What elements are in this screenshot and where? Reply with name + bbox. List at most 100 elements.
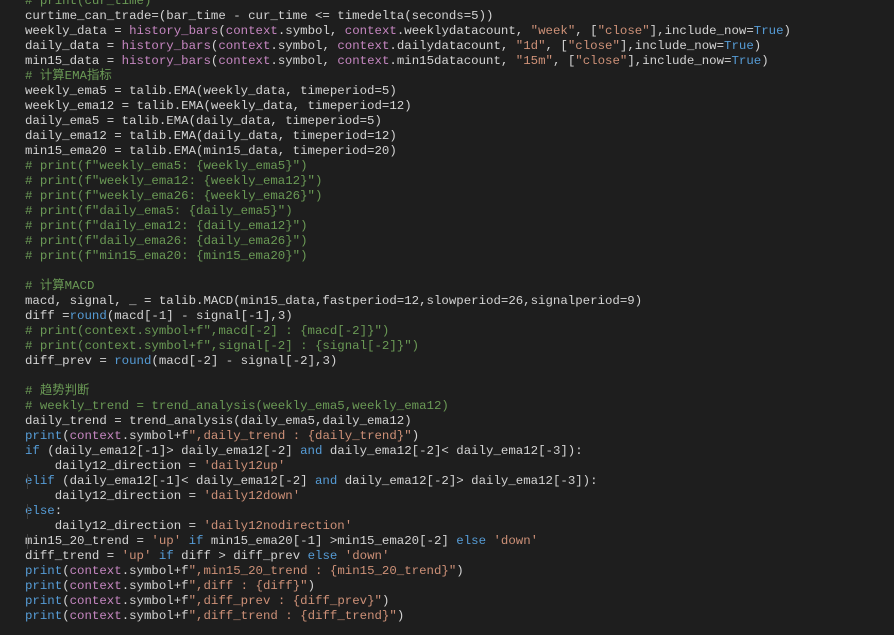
code-token: context (218, 54, 271, 68)
code-line[interactable]: min15_data = history_bars(context.symbol… (25, 54, 791, 69)
code-token: .symbol+f (121, 579, 189, 593)
code-token: ) (783, 24, 791, 38)
code-line[interactable]: daily_ema12 = talib.EMA(daily_data, time… (25, 129, 791, 144)
code-line[interactable]: curtime_can_trade=(bar_time - cur_time <… (25, 9, 791, 24)
code-line[interactable]: min15_ema20 = talib.EMA(min15_data, time… (25, 144, 791, 159)
code-token: .min15datacount, (389, 54, 516, 68)
code-line[interactable]: daily12_direction = 'daily12nodirection' (25, 519, 791, 534)
code-line[interactable]: elif (daily_ema12[-1]< daily_ema12[-2] a… (25, 474, 791, 489)
code-line[interactable]: else: (25, 504, 791, 519)
code-line[interactable]: diff =round(macd[-1] - signal[-1],3) (25, 309, 791, 324)
code-token: ) (753, 39, 762, 53)
code-line[interactable]: # print(f"weekly_ema26: {weekly_ema26}") (25, 189, 791, 204)
code-token: 'down' (493, 534, 539, 548)
code-token: weekly_ema5 = talib.EMA(weekly_data, tim… (25, 84, 397, 98)
code-line[interactable]: # print(context.symbol+f",macd[-2] : {ma… (25, 324, 791, 339)
code-token: diff > diff_prev (173, 549, 308, 563)
code-line[interactable]: daily12_direction = 'daily12up' (25, 459, 791, 474)
code-line[interactable]: # print(f"daily_ema12: {daily_ema12}") (25, 219, 791, 234)
code-line[interactable]: print(context.symbol+f",diff : {diff}") (25, 579, 791, 594)
code-token: print (25, 609, 63, 623)
code-token: True (753, 24, 784, 38)
code-token: ) (396, 609, 405, 623)
code-line[interactable]: diff_prev = round(macd[-2] - signal[-2],… (25, 354, 791, 369)
code-token: , [ (575, 24, 598, 38)
code-content[interactable]: # print(cur_time) curtime_can_trade=(bar_… (25, 0, 791, 624)
code-token: .symbol+f (121, 564, 189, 578)
code-token: else (307, 549, 338, 563)
code-token: history_bars (121, 39, 211, 53)
code-token: .weeklydatacount, (396, 24, 531, 38)
code-token: context (344, 24, 397, 38)
code-line[interactable]: print(context.symbol+f",min15_20_trend :… (25, 564, 791, 579)
code-line[interactable]: daily_trend = trend_analysis(daily_ema5,… (25, 414, 791, 429)
code-token: (daily_ema12[-1]> daily_ema12[-2] (39, 444, 301, 458)
code-token: # print(f"daily_ema12: {daily_ema12}") (25, 219, 308, 233)
code-line[interactable]: daily12_direction = 'daily12down' (25, 489, 791, 504)
code-token: # print(context.symbol+f",macd[-2] : {ma… (25, 324, 390, 338)
code-token: # print(f"weekly_ema5: {weekly_ema5}") (25, 159, 308, 173)
code-token: True (724, 39, 754, 53)
code-line[interactable]: if (daily_ema12[-1]> daily_ema12[-2] and… (25, 444, 791, 459)
code-token: "week" (530, 24, 576, 38)
code-token: and (315, 474, 338, 488)
code-token: daily_data = (25, 39, 122, 53)
code-line[interactable]: # print(f"min15_ema20: {min15_ema20}") (25, 249, 791, 264)
code-token: ( (218, 24, 226, 38)
code-token: print (25, 429, 63, 443)
code-token: .symbol+f (121, 429, 189, 443)
code-line[interactable]: # print(context.symbol+f",signal[-2] : {… (25, 339, 791, 354)
code-token: else (25, 504, 55, 518)
code-line[interactable]: # print(f"weekly_ema12: {weekly_ema12}") (25, 174, 791, 189)
indent-guide (27, 534, 28, 549)
code-token: context (69, 564, 122, 578)
code-token: ",min15_20_trend : {min15_20_trend}" (188, 564, 457, 578)
code-line[interactable]: # print(cur_time) (25, 0, 791, 9)
code-line[interactable]: # weekly_trend = trend_analysis(weekly_e… (25, 399, 791, 414)
code-token: ],include_now= (649, 24, 754, 38)
code-token: context (69, 609, 122, 623)
code-token: ",diff_prev : {diff_prev}" (188, 594, 382, 608)
code-token: round (69, 309, 107, 323)
code-line[interactable]: # print(f"daily_ema5: {daily_ema5}") (25, 204, 791, 219)
code-line[interactable]: # 趋势判断 (25, 384, 791, 399)
code-line[interactable]: # 计算EMA指标 (25, 69, 791, 84)
code-line[interactable]: # 计算MACD (25, 279, 791, 294)
code-token: history_bars (121, 54, 211, 68)
code-line[interactable]: # print(f"daily_ema26: {daily_ema26}") (25, 234, 791, 249)
code-token: "1d" (515, 39, 546, 53)
code-line[interactable] (25, 369, 791, 384)
code-token: ) (307, 579, 316, 593)
code-line[interactable]: min15_20_trend = 'up' if min15_ema20[-1]… (25, 534, 791, 549)
code-token: # weekly_trend = trend_analysis(weekly_e… (25, 399, 449, 413)
code-line[interactable]: weekly_ema12 = talib.EMA(weekly_data, ti… (25, 99, 791, 114)
code-line[interactable]: diff_trend = 'up' if diff > diff_prev el… (25, 549, 791, 564)
code-line[interactable] (25, 264, 791, 279)
code-token: if (158, 549, 174, 563)
code-line[interactable]: weekly_ema5 = talib.EMA(weekly_data, tim… (25, 84, 791, 99)
code-token: 'down' (344, 549, 390, 563)
code-token: .symbol+f (121, 609, 189, 623)
code-line[interactable]: print(context.symbol+f",diff_prev : {dif… (25, 594, 791, 609)
code-token: context (69, 579, 122, 593)
code-line[interactable]: macd, signal, _ = talib.MACD(min15_data,… (25, 294, 791, 309)
code-line[interactable]: print(context.symbol+f",daily_trend : {d… (25, 429, 791, 444)
code-token: # print(context.symbol+f",signal[-2] : {… (25, 339, 420, 353)
code-line[interactable]: daily_data = history_bars(context.symbol… (25, 39, 791, 54)
code-editor[interactable]: # print(cur_time) curtime_can_trade=(bar_… (0, 0, 894, 635)
code-token: "15m" (515, 54, 553, 68)
code-line[interactable]: print(context.symbol+f",diff_trend : {di… (25, 609, 791, 624)
code-token: round (114, 354, 152, 368)
code-token: daily_trend = trend_analysis(daily_ema5,… (25, 414, 412, 428)
code-token: True (731, 54, 762, 68)
code-token: history_bars (129, 24, 219, 38)
code-token: ( (62, 429, 70, 443)
code-token: min15_ema20[-1] >min15_ema20[-2] (203, 534, 457, 548)
code-token: daily_ema12 = talib.EMA(daily_data, time… (25, 129, 397, 143)
code-line[interactable]: daily_ema5 = talib.EMA(daily_data, timep… (25, 114, 791, 129)
code-line[interactable]: # print(f"weekly_ema5: {weekly_ema5}") (25, 159, 791, 174)
code-token: ( (62, 579, 70, 593)
code-token: macd, signal, _ = talib.MACD(min15_data,… (25, 294, 643, 308)
code-line[interactable]: weekly_data = history_bars(context.symbo… (25, 24, 791, 39)
